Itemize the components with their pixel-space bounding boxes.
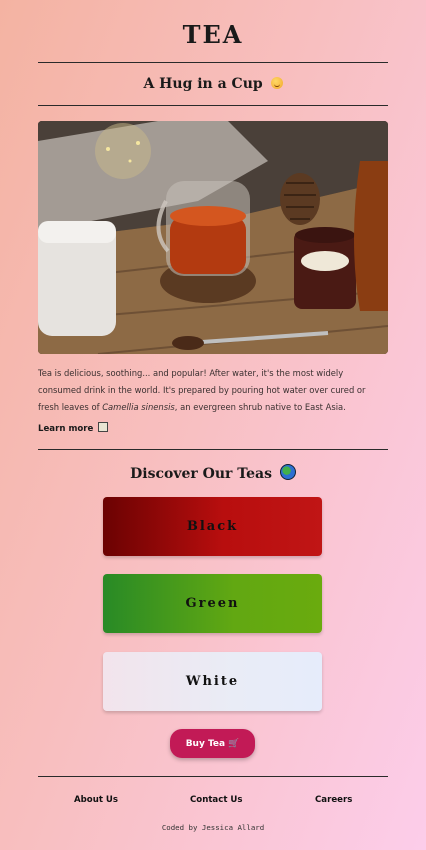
page-title: TEA [182, 20, 244, 49]
discover-heading-text: Discover Our Teas [130, 466, 272, 482]
footer-link-contact[interactable]: Contact Us [190, 795, 243, 805]
green-tea-button[interactable]: Green [103, 574, 322, 633]
discover-heading: Discover Our Teas [38, 464, 388, 482]
smiling-face-icon [270, 77, 283, 89]
divider [38, 449, 388, 450]
description-text-end: , an evergreen shrub native to East Asia… [174, 402, 346, 412]
footer-link-about[interactable]: About Us [74, 795, 118, 805]
tea-photo [38, 121, 388, 354]
learn-more-link[interactable]: Learn more [38, 422, 109, 434]
divider [38, 105, 388, 106]
page-subtitle: A Hug in a Cup [38, 76, 388, 92]
globe-icon [279, 464, 296, 480]
footer-link-careers[interactable]: Careers [315, 795, 352, 805]
learn-more-label: Learn more [38, 424, 94, 434]
species-name: Camellia sinensis [102, 402, 175, 412]
white-tea-button[interactable]: White [103, 652, 322, 711]
divider [38, 62, 388, 63]
buy-tea-label: Buy Tea [185, 738, 226, 749]
book-icon [98, 422, 109, 432]
subtitle-text: A Hug in a Cup [143, 76, 263, 92]
divider [38, 776, 388, 777]
black-tea-button[interactable]: Black [103, 497, 322, 556]
buy-tea-button[interactable]: Buy Tea 🛒 [170, 729, 255, 758]
author-credit: Coded by Jessica Allard [161, 823, 265, 832]
shopping-cart-icon: 🛒 [228, 738, 240, 749]
tea-description: Tea is delicious, soothing... and popula… [38, 365, 388, 416]
